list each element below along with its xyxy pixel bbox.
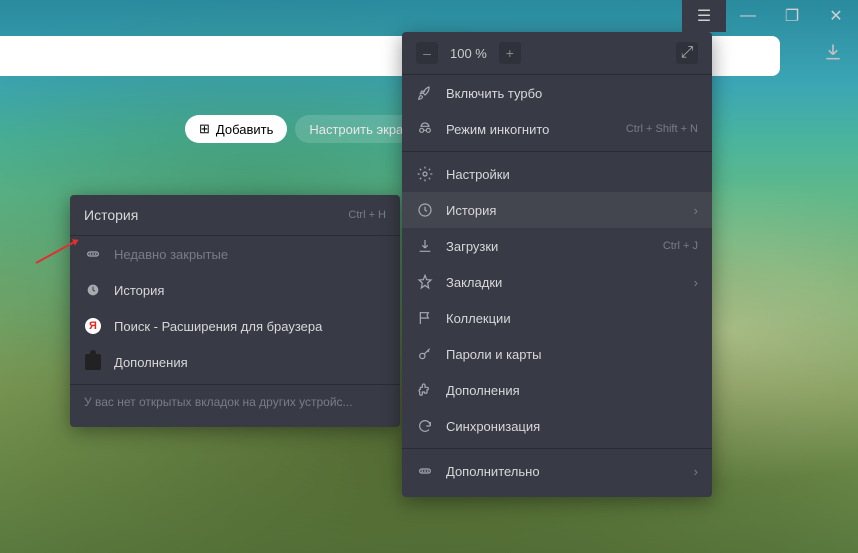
star-icon <box>416 273 434 291</box>
gear-icon <box>416 165 434 183</box>
menu-label: Режим инкогнито <box>446 122 549 137</box>
clock-filled-icon <box>84 281 102 299</box>
clock-icon <box>416 201 434 219</box>
menu-label: Дополнительно <box>446 464 540 479</box>
download-icon <box>416 237 434 255</box>
annotation-arrow <box>28 235 88 280</box>
submenu-search-extensions[interactable]: Я Поиск - Расширения для браузера <box>70 308 400 344</box>
titlebar: ☰ — ❐ ✕ <box>682 0 858 32</box>
menu-label: Дополнения <box>446 383 520 398</box>
rocket-icon <box>416 84 434 102</box>
menu-more[interactable]: Дополнительно › <box>402 453 712 489</box>
submenu-footer: У вас нет открытых вкладок на других уст… <box>70 384 400 419</box>
puzzle-icon <box>84 353 102 371</box>
fullscreen-button[interactable]: ⤢ <box>676 42 698 64</box>
shortcut: Ctrl + H <box>348 209 386 221</box>
chevron-right-icon: › <box>694 275 698 290</box>
menu-collections[interactable]: Коллекции <box>402 300 712 336</box>
menu-addons[interactable]: Дополнения <box>402 372 712 408</box>
menu-history[interactable]: История › <box>402 192 712 228</box>
chevron-right-icon: › <box>694 203 698 218</box>
shortcut: Ctrl + Shift + N <box>626 123 698 135</box>
yandex-icon: Я <box>84 317 102 335</box>
customize-button[interactable]: Настроить экра <box>295 115 417 143</box>
menu-turbo[interactable]: Включить турбо <box>402 75 712 111</box>
submenu-label: Поиск - Расширения для браузера <box>114 319 322 334</box>
minimize-button[interactable]: — <box>726 0 770 32</box>
hamburger-menu-button[interactable]: ☰ <box>682 0 726 32</box>
zoom-value: 100 % <box>442 46 495 61</box>
submenu-history-item[interactable]: История <box>70 272 400 308</box>
close-button[interactable]: ✕ <box>814 0 858 32</box>
zoom-out-button[interactable]: – <box>416 42 438 64</box>
menu-passwords[interactable]: Пароли и карты <box>402 336 712 372</box>
menu-label: История <box>446 203 496 218</box>
menu-sync[interactable]: Синхронизация <box>402 408 712 444</box>
chevron-right-icon: › <box>694 464 698 479</box>
key-icon <box>416 345 434 363</box>
menu-label: Загрузки <box>446 239 498 254</box>
submenu-label: Дополнения <box>114 355 188 370</box>
more-icon <box>416 462 434 480</box>
submenu-title: История <box>84 207 138 223</box>
puzzle-icon <box>416 381 434 399</box>
menu-label: Коллекции <box>446 311 511 326</box>
add-button[interactable]: ⊞Добавить <box>185 115 287 143</box>
sync-icon <box>416 417 434 435</box>
zoom-in-button[interactable]: + <box>499 42 521 64</box>
menu-bookmarks[interactable]: Закладки › <box>402 264 712 300</box>
menu-label: Пароли и карты <box>446 347 542 362</box>
page-toolbar: ⊞Добавить Настроить экра <box>185 115 417 143</box>
menu-label: Включить турбо <box>446 86 542 101</box>
submenu-recent-closed[interactable]: Недавно закрытые <box>70 236 400 272</box>
submenu-header[interactable]: История Ctrl + H <box>70 195 400 236</box>
menu-incognito[interactable]: Режим инкогнито Ctrl + Shift + N <box>402 111 712 147</box>
submenu-label: История <box>114 283 164 298</box>
history-submenu: История Ctrl + H Недавно закрытые Истори… <box>70 195 400 427</box>
menu-label: Синхронизация <box>446 419 540 434</box>
menu-downloads[interactable]: Загрузки Ctrl + J <box>402 228 712 264</box>
menu-label: Закладки <box>446 275 502 290</box>
separator <box>402 448 712 449</box>
download-icon[interactable] <box>823 42 843 67</box>
flag-icon <box>416 309 434 327</box>
submenu-label: Недавно закрытые <box>114 247 228 262</box>
menu-label: Настройки <box>446 167 510 182</box>
zoom-row: – 100 % + ⤢ <box>402 32 712 75</box>
menu-settings[interactable]: Настройки <box>402 156 712 192</box>
main-menu: – 100 % + ⤢ Включить турбо Режим инкогни… <box>402 32 712 497</box>
shortcut: Ctrl + J <box>663 240 698 252</box>
separator <box>402 151 712 152</box>
incognito-icon <box>416 120 434 138</box>
maximize-button[interactable]: ❐ <box>770 0 814 32</box>
submenu-addons[interactable]: Дополнения <box>70 344 400 380</box>
plus-icon: ⊞ <box>199 121 210 137</box>
